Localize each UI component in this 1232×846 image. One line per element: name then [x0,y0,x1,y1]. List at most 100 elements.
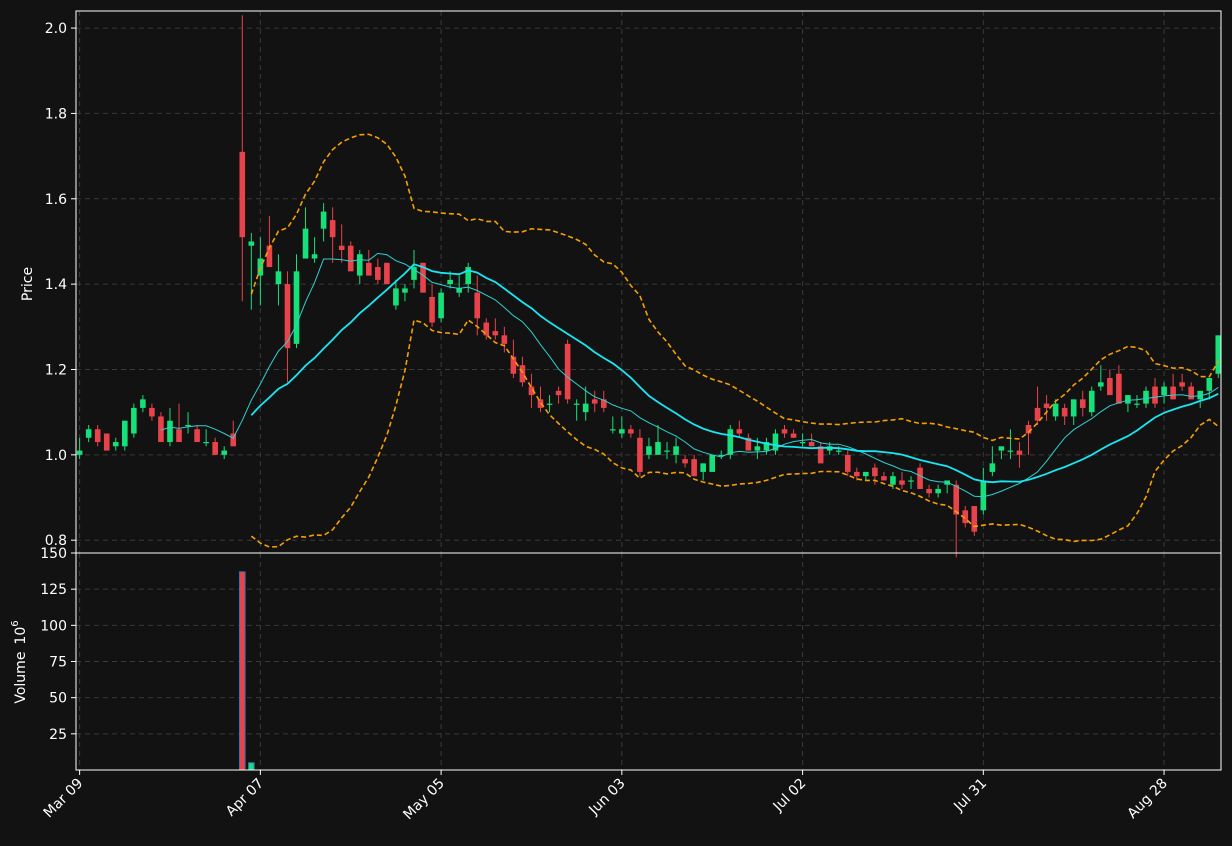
candle-body-up [1215,335,1222,374]
candle-body-down [682,459,688,464]
candle-body-up [320,211,327,229]
volume-bar [248,762,255,771]
candle-body-down [917,467,923,489]
candle-body-up [248,241,255,246]
price-axis-label: Price [20,267,36,301]
volume-axis-label-text: Volume [13,652,29,704]
candle-body-up [664,450,670,452]
candle-body-up [1125,395,1131,404]
candle-body-down [691,459,697,477]
candle-body-up [989,463,996,472]
price-tick-label: 1.2 [45,362,67,378]
candle-body-up [203,442,209,444]
candle-body-down [872,467,878,477]
candle-body-up [131,407,137,434]
candlestick-chart: 0.8 1.0 1.2 1.4 1.6 1.8 2.0 25 50 75 100 125 150 Mar … [0,0,1232,842]
candle-body-up [438,292,444,319]
candle-body-up [302,228,309,259]
candle-body-up [185,424,191,427]
candle-body-down [492,331,499,336]
candle-body-down [103,433,110,451]
volume-tick-label: 150 [40,546,67,562]
candle-body-down [971,506,978,532]
candle-body-up [890,476,896,485]
volume-tick-label: 125 [40,582,67,598]
candle-body-down [230,433,237,447]
candle-body-down [1179,382,1185,387]
volume-tick-label: 50 [49,691,67,707]
volume-tick-label: 25 [49,727,67,743]
candle-body-down [212,442,218,455]
candle-body-up [1161,386,1167,396]
candle-body-down [628,429,634,434]
candle-body-down [854,471,860,477]
candle-body-down [347,245,354,272]
candle-body-down [781,429,788,434]
candle-body-down [899,480,905,485]
candle-body-down [94,429,101,443]
candle-body-up [275,271,282,285]
candle-body-down [1170,386,1176,400]
candle-body-up [447,279,453,285]
candle-body-up [709,454,716,472]
candle-body-down [736,429,743,434]
volume-bar [238,571,246,771]
candle-body-up [1088,390,1095,413]
candle-body-down [239,151,246,238]
candle-body-up [1098,382,1104,387]
candle-body-up [546,403,553,405]
price-tick-label: 1.6 [45,192,67,208]
candle-body-down [953,484,960,515]
candle-body-up [140,399,146,408]
candle-body-up [293,271,300,344]
candle-body-up [121,420,128,447]
candle-body-up [610,429,616,431]
candle-body-up [1007,450,1014,452]
chart-background [0,0,1232,842]
candle-body-up [835,450,842,452]
candle-body-down [1079,399,1086,408]
candle-body-down [790,433,797,438]
candle-body-up [1070,399,1077,417]
candle-body-down [149,407,155,417]
candle-body-down [926,488,932,494]
candle-body-up [863,471,869,477]
candle-body-down [1016,450,1023,455]
candle-body-up [112,442,119,447]
candle-body-down [564,343,571,400]
candle-body-up [799,442,806,444]
candle-body-down [176,429,182,443]
volume-tick-label: 100 [40,618,67,634]
candle-body-up [1134,403,1140,405]
candle-body-up [908,480,914,482]
chart-svg: 0.81.01.21.41.61.82.0255075100125150Mar … [0,0,1232,842]
price-tick-label: 1.8 [45,106,67,122]
candle-body-up [1206,378,1213,391]
candle-body-up [167,420,173,443]
candle-body-up [646,446,652,455]
candle-body-up [980,480,987,511]
volume-axis-label: Volume 106 [10,620,29,703]
volume-axis-exponent: 6 [10,620,21,626]
price-tick-label: 1.0 [45,448,67,464]
candle-body-up [619,429,625,434]
candle-body-up [673,446,679,455]
candle-body-up [655,442,661,455]
candle-body-up [1143,390,1149,404]
candle-body-up [754,446,761,451]
candle-body-down [817,446,824,464]
candle-body-down [519,365,526,383]
candle-body-up [356,254,363,276]
candle-body-down [844,454,851,472]
candle-body-up [727,429,734,455]
candle-body-down [501,335,508,344]
candle-body-down [429,296,435,323]
candle-body-down [1152,386,1158,404]
candle-body-up [393,288,399,306]
candle-body-down [194,429,200,443]
candle-body-down [637,437,643,472]
candle-body-up [1052,403,1059,417]
candle-body-down [555,390,562,396]
candle-body-up [998,446,1005,451]
candle-body-down [375,267,381,280]
